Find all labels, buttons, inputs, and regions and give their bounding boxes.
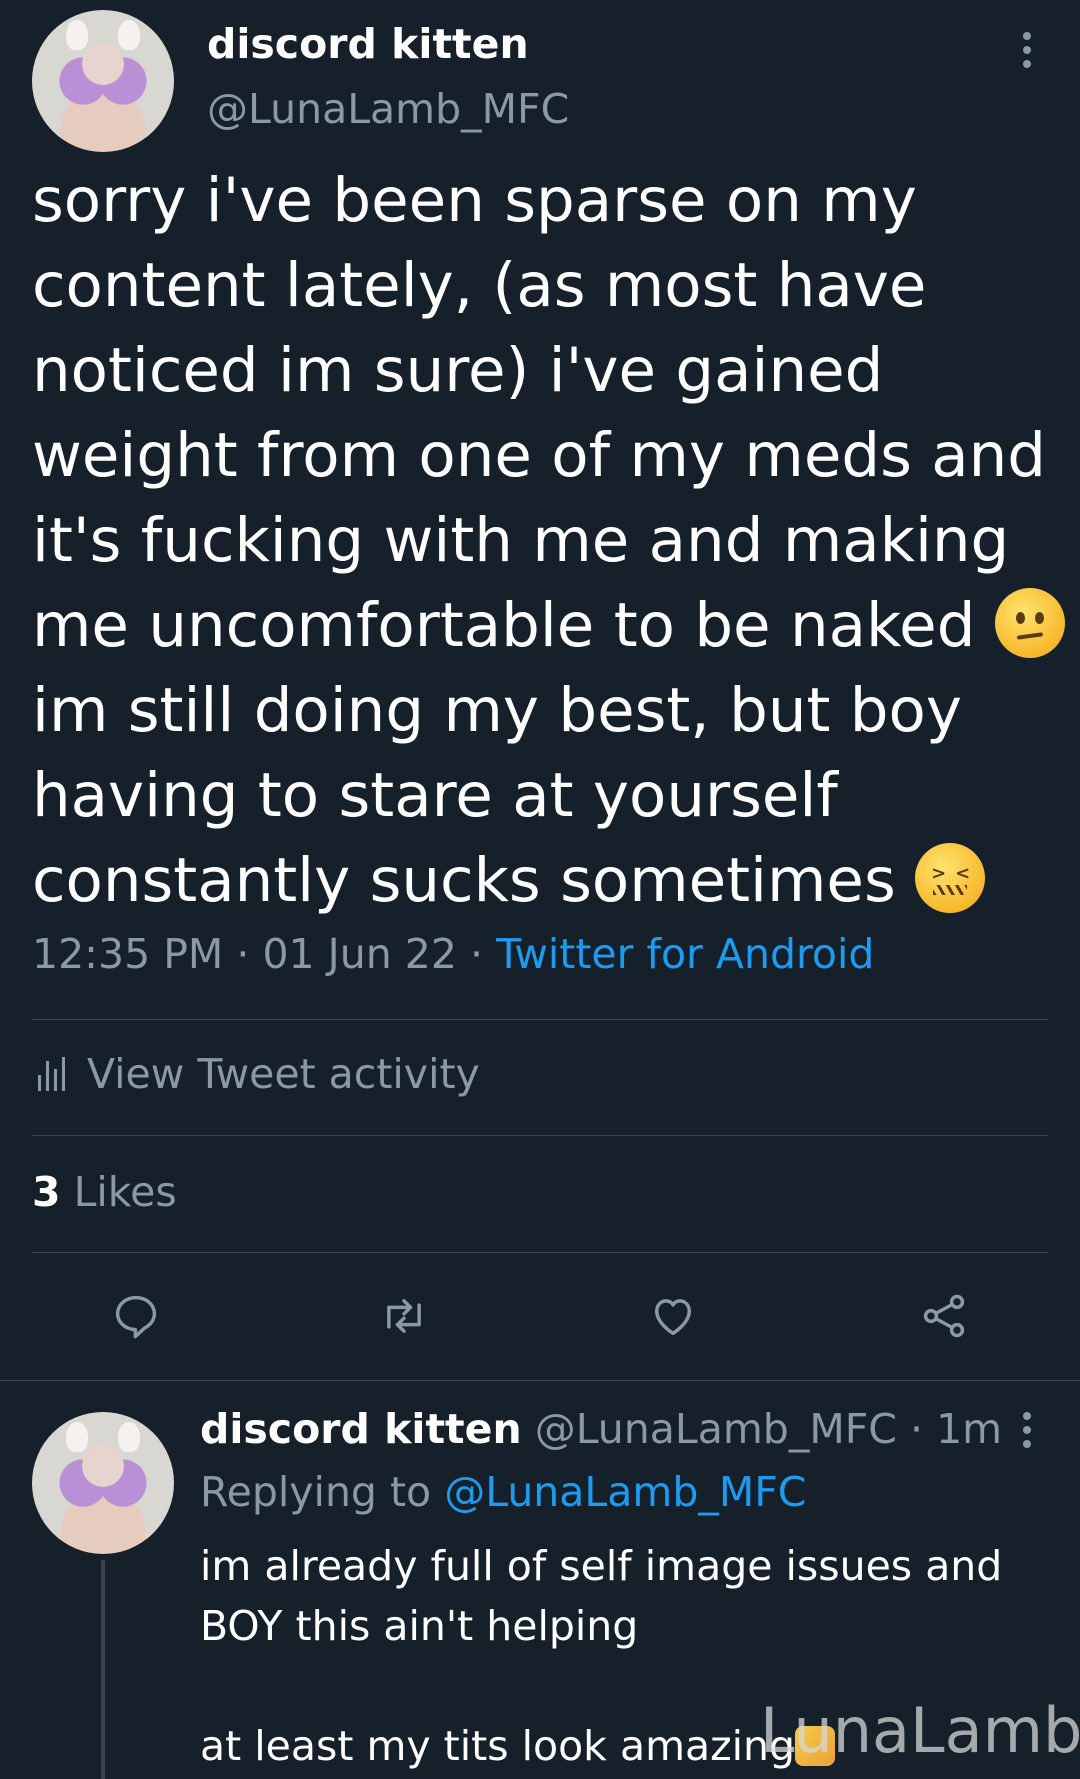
tweet-line: weight from one of my meds and: [32, 420, 1047, 491]
retweet-icon[interactable]: [378, 1290, 430, 1342]
tweet-line: sorry i've been sparse on my: [32, 165, 917, 236]
likes-count-link[interactable]: 3 Likes: [32, 1168, 177, 1216]
bunny-ear-left: [66, 1422, 88, 1452]
tweet-line: noticed im sure) i've gained: [32, 335, 884, 406]
reply-line: im already full of self image issues and: [200, 1542, 1003, 1590]
activity-label: View Tweet activity: [87, 1050, 480, 1098]
tweet-line: it's fucking with me and making: [32, 505, 1010, 576]
reply-more-options-icon[interactable]: [1021, 1412, 1033, 1452]
tweet-text: sorry i've been sparse on my content lat…: [32, 158, 1065, 923]
tweet-time: 12:35 PM: [32, 930, 224, 978]
tweet-line: im still doing my best, but boy: [32, 675, 962, 746]
confused-face-icon: [994, 588, 1065, 658]
watermark: LunaLamb: [760, 1694, 1080, 1767]
author-name[interactable]: discord kitten: [207, 20, 529, 68]
bunny-ear-right: [118, 1422, 140, 1452]
bunny-ear-left: [66, 20, 88, 50]
section-divider: [0, 1380, 1080, 1381]
bunny-ear-right: [118, 20, 140, 50]
reply-line-text: at least my tits look amazing: [200, 1722, 796, 1770]
confounded-face-icon: > <: [915, 843, 986, 913]
reply-author-handle[interactable]: @LunaLamb_MFC: [535, 1405, 897, 1453]
tweet-line: having to stare at yourself: [32, 760, 838, 831]
meta-separator: ·: [469, 930, 484, 978]
view-tweet-activity-button[interactable]: View Tweet activity: [38, 1050, 480, 1098]
replying-to: Replying to @LunaLamb_MFC: [200, 1468, 806, 1516]
reply-author-avatar[interactable]: [32, 1412, 174, 1554]
tweet-source-link[interactable]: Twitter for Android: [496, 930, 874, 978]
replying-prefix: Replying to: [200, 1468, 432, 1516]
divider: [32, 1135, 1048, 1136]
replying-to-link[interactable]: @LunaLamb_MFC: [444, 1468, 806, 1516]
divider: [32, 1252, 1048, 1253]
meta-separator: ·: [236, 930, 250, 978]
tweet-line: content lately, (as most have: [32, 250, 927, 321]
share-icon[interactable]: [918, 1290, 970, 1342]
like-icon[interactable]: [647, 1290, 699, 1342]
thread-line: [101, 1560, 105, 1779]
reply-age: 1m: [936, 1405, 1003, 1453]
reply-icon[interactable]: [110, 1290, 162, 1342]
more-options-icon[interactable]: [1021, 32, 1033, 72]
reply-author-name[interactable]: discord kitten: [200, 1405, 522, 1453]
author-handle[interactable]: @LunaLamb_MFC: [207, 85, 569, 133]
divider: [32, 1019, 1048, 1020]
tweet-line-text: constantly sucks sometimes: [32, 845, 896, 916]
author-avatar[interactable]: [32, 10, 174, 152]
reply-header: discord kitten @LunaLamb_MFC · 1m: [200, 1405, 1002, 1453]
tweet-line-text: me uncomfortable to be naked: [32, 590, 976, 661]
reply-line: BOY this ain't helping: [200, 1602, 639, 1650]
meta-separator: ·: [909, 1405, 924, 1453]
tweet-line-with-emoji: constantly sucks sometimes > <: [32, 838, 1042, 923]
tweet-line-with-emoji: me uncomfortable to be naked: [32, 583, 1065, 668]
tweet-meta: 12:35 PM · 01 Jun 22 · Twitter for Andro…: [32, 930, 874, 978]
analytics-icon: [38, 1057, 65, 1091]
likes-number: 3: [32, 1168, 61, 1216]
likes-label: Likes: [73, 1168, 177, 1216]
tweet-date: 01 Jun 22: [262, 930, 457, 978]
